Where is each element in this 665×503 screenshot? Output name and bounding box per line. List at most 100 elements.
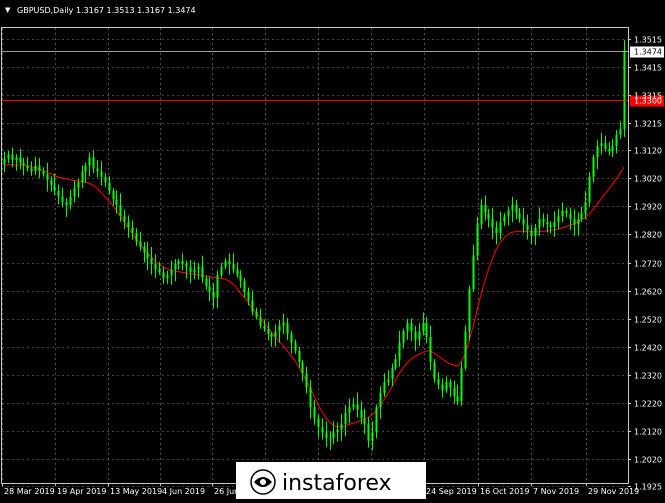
candle-body <box>177 261 180 264</box>
price-chart[interactable]: 1.3300 1.3474 1.3515 1.3415 1.3315 1.3215 1.3… <box>0 0 665 499</box>
candle-body <box>499 221 502 234</box>
time-tick-label: 19 Apr 2019 <box>57 487 106 496</box>
candle-body <box>34 165 37 172</box>
candle-body <box>232 263 235 270</box>
candle-body <box>96 168 99 172</box>
candle-body <box>30 168 33 172</box>
time-tick-label: 16 Oct 2019 <box>480 487 529 496</box>
candle-body <box>538 218 541 228</box>
candle-body <box>143 247 146 253</box>
candle-body <box>112 190 115 200</box>
candle-body <box>398 342 401 360</box>
candle-body <box>515 204 518 214</box>
candle-body <box>468 289 471 332</box>
candle-body <box>507 210 510 217</box>
candle-body <box>387 379 390 382</box>
price-tick-label: 1.2120 <box>634 428 662 437</box>
time-tick-label: 29 Nov 2019 <box>588 487 639 496</box>
candle-body <box>181 261 184 264</box>
candle-body <box>549 224 552 228</box>
candle-body <box>57 190 60 197</box>
candle-body <box>344 412 347 425</box>
candle-body <box>453 387 456 396</box>
chart-canvas[interactable]: 1.33001.3474 1.35151.34151.33151.32151.3… <box>0 0 665 499</box>
candle-body <box>73 188 76 197</box>
candle-body <box>619 129 622 135</box>
candle-body <box>522 218 525 225</box>
candle-body <box>476 224 479 256</box>
candle-body <box>600 143 603 146</box>
candle-body <box>50 179 53 186</box>
price-tick-label: 1.2420 <box>634 344 662 353</box>
candle-body <box>3 158 6 165</box>
candle-body <box>313 407 316 419</box>
candle-body <box>573 218 576 225</box>
candle-body <box>274 331 277 337</box>
candle-body <box>108 182 111 191</box>
candle-body <box>511 204 514 211</box>
candle-body <box>69 196 72 205</box>
candle-body <box>410 322 413 332</box>
candle-body <box>464 331 467 368</box>
candle-body <box>433 362 436 380</box>
candle-body <box>294 342 297 351</box>
price-tick-label: 1.3415 <box>634 64 662 73</box>
symbol-title: GBPUSD,Daily <box>17 6 74 15</box>
candle-body <box>584 202 587 214</box>
candle-body <box>321 426 324 433</box>
candle-body <box>565 210 568 214</box>
candle-body <box>561 210 564 217</box>
candle-body <box>356 404 359 410</box>
candle-body <box>224 261 227 267</box>
candle-body <box>88 157 91 166</box>
price-tick-label: 1.3215 <box>634 120 662 129</box>
price-tick-label: 1.2720 <box>634 260 662 269</box>
candle-body <box>255 311 258 318</box>
candle-body <box>542 218 545 222</box>
candle-body <box>577 218 580 225</box>
candle-body <box>197 266 200 270</box>
candle-body <box>592 157 595 177</box>
candle-body <box>456 395 459 402</box>
candle-body <box>216 275 219 298</box>
candle-body <box>282 322 285 326</box>
candle-body <box>119 204 122 217</box>
candle-body <box>131 227 134 234</box>
candle-body <box>290 334 293 343</box>
candle-body <box>298 350 301 363</box>
candle-body <box>352 404 355 408</box>
candle-body <box>286 322 289 335</box>
candle-body <box>81 171 84 183</box>
candle-body <box>367 424 370 441</box>
candle-body <box>402 331 405 343</box>
candle-body <box>139 241 142 248</box>
candle-body <box>259 317 262 326</box>
time-tick-label: 13 May 2019 <box>110 487 162 496</box>
candle-body <box>239 275 242 281</box>
candle-body <box>267 328 270 335</box>
candle-body <box>115 199 118 205</box>
candle-body <box>480 204 483 225</box>
price-tick-label: 1.3515 <box>634 36 662 45</box>
candle-body <box>437 379 440 385</box>
watermark: instaforex <box>236 462 426 499</box>
candle-body <box>174 263 177 270</box>
price-tick-label: 1.2320 <box>634 372 662 381</box>
candle-body <box>449 381 452 388</box>
candle-body <box>491 218 494 228</box>
candle-body <box>123 216 126 222</box>
candle-body <box>557 216 560 222</box>
candle-body <box>336 429 339 433</box>
candle-body <box>247 292 250 301</box>
collapse-triangle-icon[interactable]: ▼ <box>5 6 11 14</box>
price-tick-label: 1.3120 <box>634 147 662 156</box>
ohlc-values: 1.3167 1.3513 1.3167 1.3474 <box>76 6 196 15</box>
price-tick-label: 1.3020 <box>634 175 662 184</box>
candle-body <box>104 176 107 183</box>
candle-body <box>340 424 343 430</box>
candle-body <box>305 373 308 388</box>
candle-body <box>166 275 169 278</box>
candle-body <box>158 269 161 273</box>
candle-body <box>15 157 18 161</box>
candle-body <box>84 165 87 172</box>
